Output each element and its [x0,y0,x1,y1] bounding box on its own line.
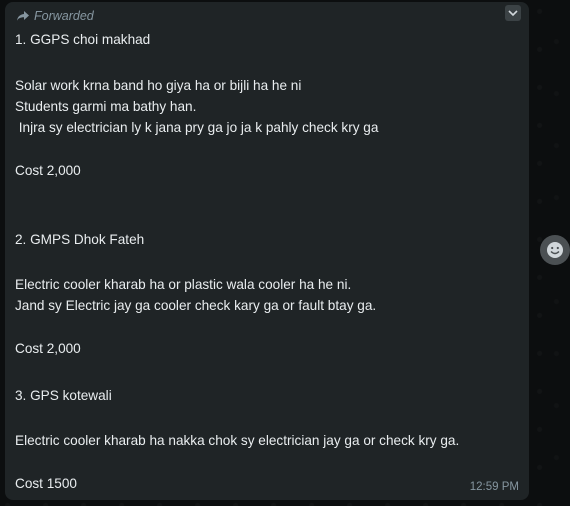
message-line: 3. GPS kotewali [15,388,112,403]
message-line: Cost 2,000 [15,341,81,356]
message-bubble[interactable]: Forwarded 1. GGPS choi makhad Solar work… [5,2,529,500]
forwarded-label: Forwarded [16,9,94,23]
message-line: Cost 1500 [15,476,77,491]
message-line: Injra sy electrician ly k jana pry ga jo… [15,120,379,135]
message-line: Jand sy Electric jay ga cooler check kar… [15,298,377,313]
emoji-icon [547,242,563,258]
message-line: Students garmi ma bathy han. [15,99,197,114]
chevron-down-icon [508,9,518,16]
message-timestamp: 12:59 PM [469,481,519,493]
react-button[interactable] [540,235,570,265]
message-line: 1. GGPS choi makhad [15,32,151,47]
message-line: 2. GMPS Dhok Fateh [15,232,145,247]
forwarded-text: Forwarded [34,9,94,23]
message-line: Solar work krna band ho giya ha or bijli… [15,78,302,93]
message-menu-button[interactable] [505,5,521,21]
forward-arrow-icon [17,11,29,21]
message-line: Electric cooler kharab ha or plastic wal… [15,277,352,292]
message-line: Electric cooler kharab ha nakka chok sy … [15,433,460,448]
message-line: Cost 2,000 [15,163,81,178]
